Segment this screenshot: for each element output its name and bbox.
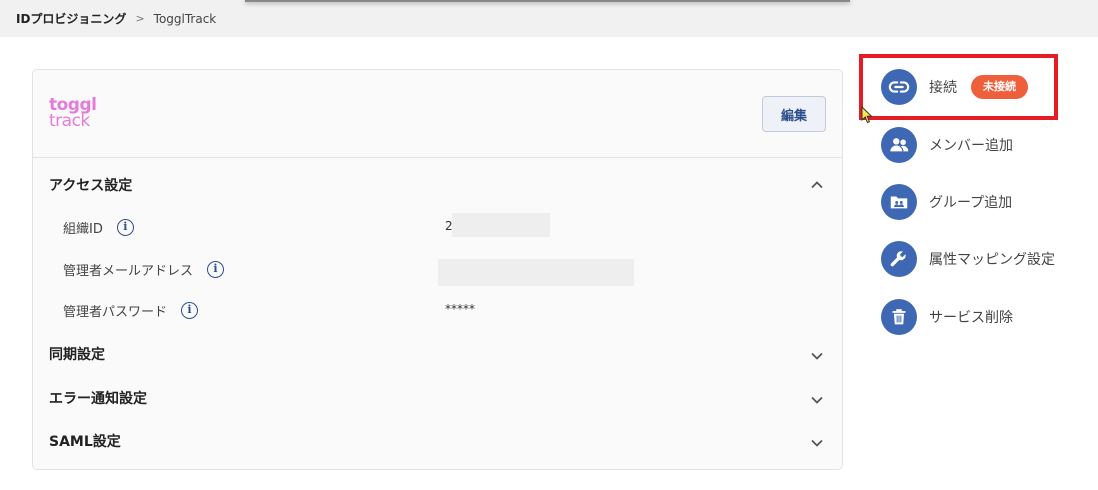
- chevron-down-icon[interactable]: [809, 435, 825, 451]
- wrench-icon: [881, 241, 917, 277]
- info-icon[interactable]: i: [207, 261, 225, 278]
- mouse-cursor-icon: [861, 106, 873, 124]
- info-icon[interactable]: i: [116, 219, 134, 236]
- highlight-box: [859, 54, 1058, 120]
- redacted-org-id: [452, 213, 550, 237]
- card-divider: [33, 157, 842, 158]
- overlay-shadow: [245, 0, 850, 2]
- field-admin-email-label: 管理者メールアドレス: [63, 264, 194, 279]
- section-sync-settings[interactable]: 同期設定: [49, 344, 105, 364]
- chevron-down-icon[interactable]: [809, 392, 825, 408]
- field-admin-password-label: 管理者パスワード: [63, 305, 168, 320]
- side-item-add-group[interactable]: グループ追加: [881, 183, 1012, 221]
- trash-icon: [881, 299, 917, 335]
- breadcrumb: IDプロビジョニング > TogglTrack: [16, 10, 216, 27]
- side-item-add-member-label: メンバー追加: [929, 138, 1013, 154]
- breadcrumb-current: TogglTrack: [153, 11, 217, 26]
- breadcrumb-root[interactable]: IDプロビジョニング: [16, 10, 126, 27]
- admin-password-value: *****: [445, 302, 475, 316]
- group-folder-icon: [881, 184, 917, 220]
- toggl-track-logo: toggl track: [49, 95, 105, 135]
- breadcrumb-separator: >: [135, 12, 145, 25]
- section-error-notification[interactable]: エラー通知設定: [49, 388, 147, 408]
- chevron-up-icon[interactable]: [809, 177, 825, 193]
- top-bar: IDプロビジョニング > TogglTrack: [0, 0, 1098, 37]
- side-item-add-group-label: グループ追加: [929, 195, 1013, 211]
- side-item-attribute-mapping[interactable]: 属性マッピング設定: [881, 240, 1055, 278]
- section-access-settings[interactable]: アクセス設定: [49, 175, 132, 195]
- redacted-admin-email: [438, 259, 634, 286]
- side-item-add-member[interactable]: メンバー追加: [881, 126, 1013, 164]
- section-saml-settings[interactable]: SAML設定: [49, 431, 121, 451]
- field-admin-email: 管理者メールアドレス i: [63, 260, 225, 279]
- field-admin-password: 管理者パスワード i: [63, 301, 199, 320]
- users-icon: [881, 127, 917, 163]
- edit-button[interactable]: 編集: [762, 96, 826, 132]
- service-card: toggl track 編集 アクセス設定 組織ID i 2 管理者メールアドレ…: [32, 69, 843, 470]
- field-org-id: 組織ID i: [63, 218, 134, 237]
- field-org-id-label: 組織ID: [63, 222, 103, 237]
- chevron-down-icon[interactable]: [809, 348, 825, 364]
- info-icon[interactable]: i: [181, 302, 199, 319]
- side-item-attribute-mapping-label: 属性マッピング設定: [929, 252, 1055, 268]
- side-item-delete-service-label: サービス削除: [929, 310, 1013, 326]
- side-item-delete-service[interactable]: サービス削除: [881, 298, 1013, 336]
- logo-line2: track: [49, 111, 90, 131]
